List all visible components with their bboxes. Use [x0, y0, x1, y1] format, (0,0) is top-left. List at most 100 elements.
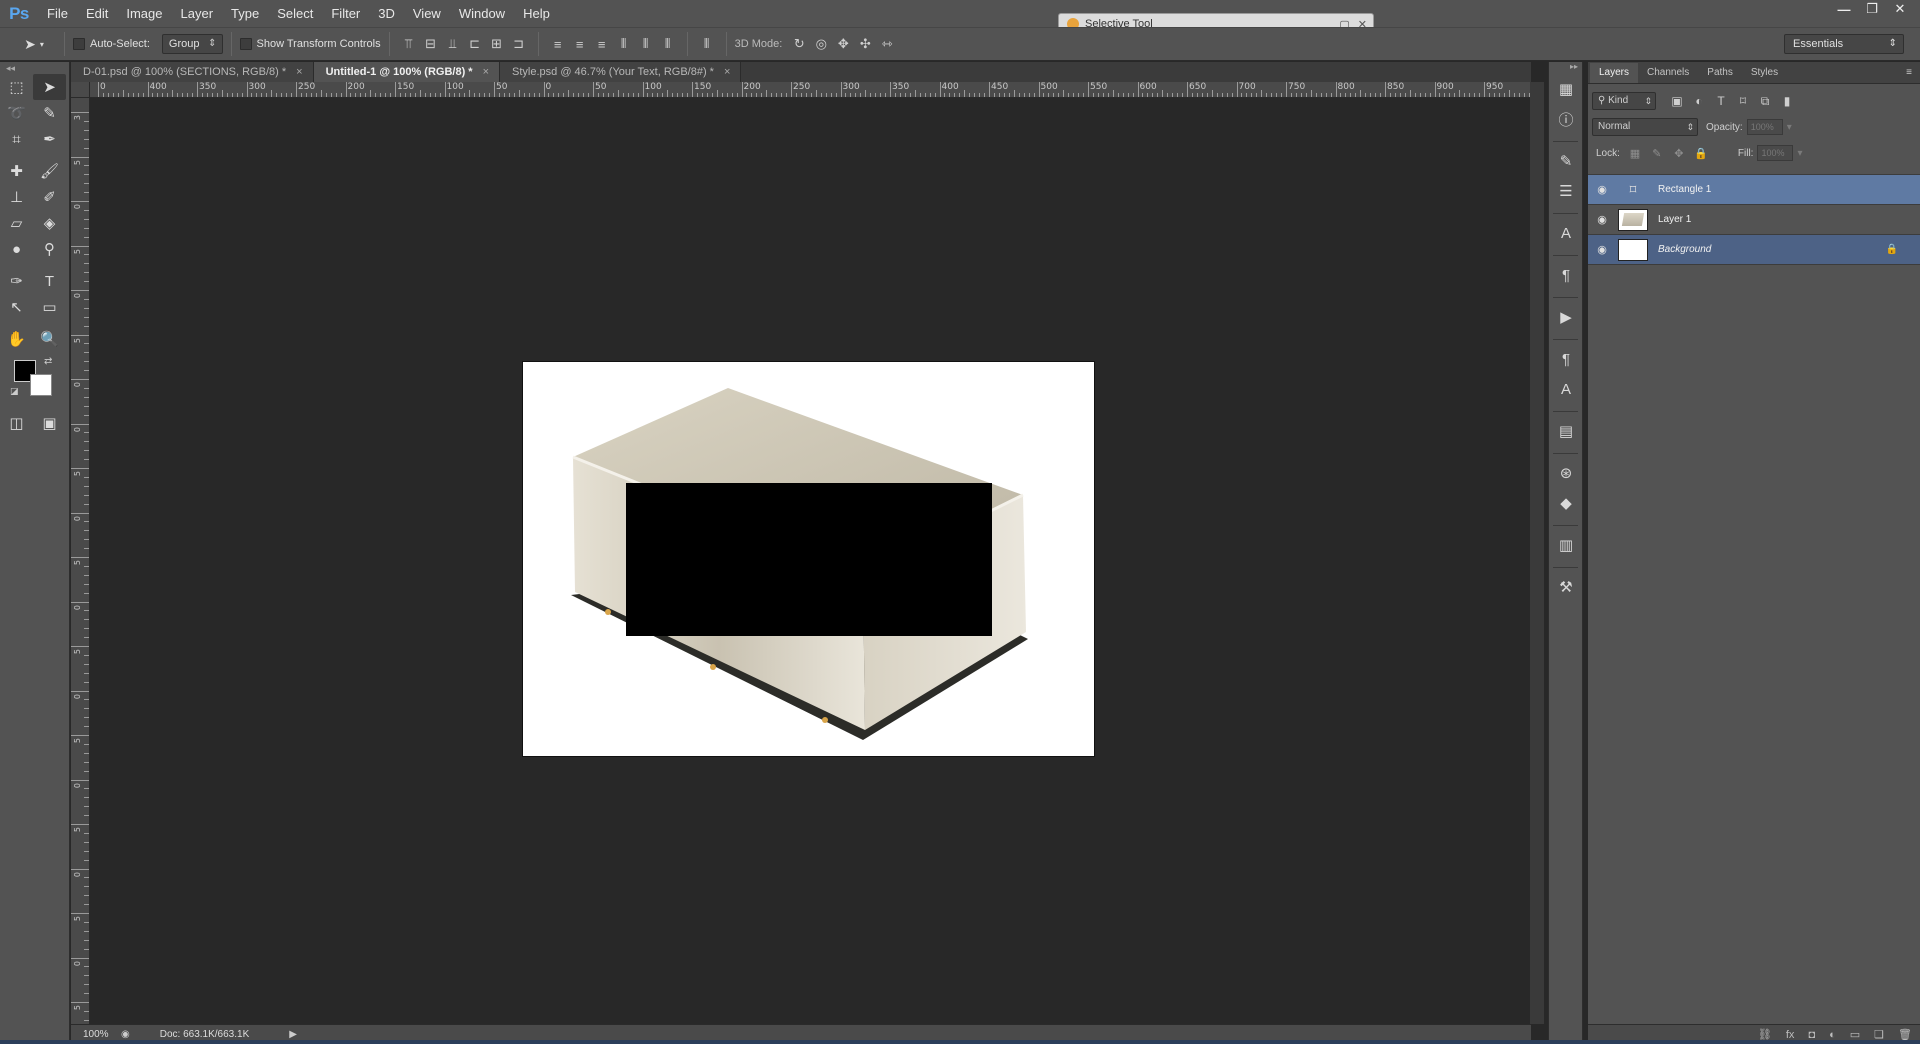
move-tool-icon[interactable]: ➤ [33, 74, 66, 100]
lock-image-icon[interactable]: ✎ [1646, 147, 1668, 160]
menu-filter[interactable]: Filter [322, 0, 369, 27]
opacity-slider-toggle[interactable]: ▾ [1787, 122, 1792, 133]
lock-transparent-icon[interactable]: ▦ [1624, 147, 1646, 160]
blend-mode-dropdown[interactable]: Normal [1592, 118, 1698, 136]
menu-3d[interactable]: 3D [369, 0, 404, 27]
menu-window[interactable]: Window [450, 0, 514, 27]
orbit-3d-icon[interactable]: ↻ [788, 33, 810, 55]
fill-input[interactable]: 100% [1757, 145, 1794, 161]
lasso-tool-icon[interactable]: ➰ [0, 100, 33, 126]
rectangle-tool-icon[interactable]: ▭ [33, 294, 66, 320]
collapse-dock-icon[interactable]: ▸▸ [1549, 62, 1582, 74]
align-bottom-icon[interactable]: ⫫ [442, 33, 464, 55]
histogram-icon[interactable]: ▦ [1549, 74, 1583, 104]
visibility-eye-icon[interactable]: ◉ [1588, 243, 1616, 256]
add-mask-icon[interactable]: ◘ [1808, 1029, 1815, 1041]
drag-3d-icon[interactable]: ✥ [832, 33, 854, 55]
filter-pixel-icon[interactable]: ▣ [1666, 94, 1688, 108]
tab-layers[interactable]: Layers [1590, 63, 1639, 83]
lock-position-icon[interactable]: ✥ [1668, 147, 1690, 160]
roll-3d-icon[interactable]: ◎ [810, 33, 832, 55]
fill-slider-toggle[interactable]: ▾ [1797, 148, 1802, 159]
actions-icon[interactable]: ▶ [1549, 302, 1583, 332]
zoom-tool-icon[interactable]: 🔍 [33, 326, 66, 352]
filter-type-icon[interactable]: T [1710, 94, 1732, 108]
vertical-ruler[interactable]: 3 5 0 5 0 5 0 0 5 0 5 0 5 0 5 0 5 0 5 0 5 [71, 98, 90, 1024]
document-tab[interactable]: Style.psd @ 46.7% (Your Text, RGB/8#) * … [500, 62, 742, 82]
menu-type[interactable]: Type [222, 0, 268, 27]
path-selection-tool-icon[interactable]: ↖ [0, 294, 33, 320]
marquee-tool-icon[interactable]: ⬚ [0, 74, 33, 100]
filter-smart-object-icon[interactable]: ⧉ [1754, 94, 1776, 109]
menu-help[interactable]: Help [514, 0, 559, 27]
close-tab-icon[interactable]: × [296, 66, 302, 78]
menu-layer[interactable]: Layer [172, 0, 223, 27]
paint-bucket-tool-icon[interactable]: ◈ [33, 210, 66, 236]
tab-paths[interactable]: Paths [1698, 63, 1742, 83]
minimize-button[interactable]: — [1830, 0, 1858, 18]
menu-image[interactable]: Image [117, 0, 171, 27]
scale-3d-icon[interactable]: ⇿ [876, 33, 898, 55]
healing-brush-tool-icon[interactable]: ✚ [0, 158, 33, 184]
layer-row-layer-1[interactable]: ◉ Layer 1 [1588, 205, 1920, 235]
align-vcenter-icon[interactable]: ⊟ [420, 33, 442, 55]
properties-icon[interactable]: ▤ [1549, 416, 1583, 446]
hand-tool-icon[interactable]: ✋ [0, 326, 33, 352]
background-color-swatch[interactable] [30, 374, 52, 396]
align-top-icon[interactable]: ⫪ [398, 33, 420, 55]
clone-stamp-tool-icon[interactable]: ⊥ [0, 184, 33, 210]
align-hcenter-icon[interactable]: ⊞ [486, 33, 508, 55]
auto-select-checkbox[interactable] [73, 38, 85, 50]
eraser-tool-icon[interactable]: ▱ [0, 210, 33, 236]
visibility-eye-icon[interactable]: ◉ [1588, 213, 1616, 226]
document-tab[interactable]: D-01.psd @ 100% (SECTIONS, RGB/8) * × [71, 62, 314, 82]
3d-panel-icon[interactable]: ◆ [1549, 488, 1583, 518]
workspace-switcher[interactable]: Essentials [1784, 34, 1904, 54]
distribute-top-icon[interactable]: ≡ [547, 33, 569, 55]
distribute-right-icon[interactable]: ⦀ [657, 33, 679, 55]
show-transform-checkbox[interactable] [239, 38, 252, 50]
distribute-left-icon[interactable]: ⦀ [613, 33, 635, 55]
eyedropper-tool-icon[interactable]: ✒ [33, 126, 66, 152]
paragraph-icon[interactable]: ¶ [1549, 260, 1583, 290]
info-icon[interactable]: ⓘ [1549, 104, 1583, 134]
layer-row-background[interactable]: ◉ Background 🔒 [1588, 235, 1920, 265]
adjustment-layer-icon[interactable]: ◐ [1829, 1029, 1836, 1041]
history-brush-tool-icon[interactable]: ✐ [33, 184, 66, 210]
panel-menu-icon[interactable]: ≡ [1906, 63, 1912, 83]
character-styles-icon[interactable]: A [1549, 374, 1583, 404]
auto-align-icon[interactable]: ⫴ [696, 33, 718, 55]
layer-style-icon[interactable]: fx [1786, 1029, 1795, 1041]
align-left-icon[interactable]: ⊏ [464, 33, 486, 55]
character-icon[interactable]: A [1549, 218, 1583, 248]
status-menu-arrow-icon[interactable]: ▶ [289, 1029, 297, 1040]
ruler-origin[interactable] [71, 82, 90, 98]
layer-filter-kind-dropdown[interactable]: ⚲ Kind [1592, 92, 1656, 110]
auto-select-mode-dropdown[interactable]: Group [161, 34, 223, 54]
menu-view[interactable]: View [404, 0, 450, 27]
brush-preset-icon[interactable]: ✎ [1549, 146, 1583, 176]
visibility-eye-icon[interactable]: ◉ [1588, 183, 1616, 196]
zoom-level[interactable]: 100% [71, 1029, 111, 1040]
dodge-tool-icon[interactable]: ⚲ [33, 236, 66, 262]
timeline-icon[interactable]: ▥ [1549, 530, 1583, 560]
swap-colors-icon[interactable]: ⇄ [44, 356, 52, 367]
quick-mask-icon[interactable]: ◫ [0, 410, 33, 436]
align-right-icon[interactable]: ⊐ [508, 33, 530, 55]
crop-tool-icon[interactable]: ⌗ [0, 126, 33, 152]
opacity-input[interactable]: 100% [1746, 119, 1783, 135]
menu-select[interactable]: Select [268, 0, 322, 27]
layer-row-rectangle-1[interactable]: ◉ ⌑ Rectangle 1 [1588, 175, 1920, 205]
distribute-vcenter-icon[interactable]: ≡ [569, 33, 591, 55]
menu-file[interactable]: File [38, 0, 77, 27]
default-colors-icon[interactable]: ◪ [10, 386, 19, 397]
close-tab-icon[interactable]: × [724, 66, 730, 78]
paragraph-styles-icon[interactable]: ¶ [1549, 344, 1583, 374]
kuler-icon[interactable]: ⊛ [1549, 458, 1583, 488]
quick-selection-tool-icon[interactable]: ✎ [33, 100, 66, 126]
adjustments-icon[interactable]: ☰ [1549, 176, 1583, 206]
tab-channels[interactable]: Channels [1638, 63, 1698, 83]
close-window-button[interactable]: ✕ [1886, 0, 1914, 18]
pen-tool-icon[interactable]: ✑ [0, 268, 33, 294]
menu-edit[interactable]: Edit [77, 0, 117, 27]
